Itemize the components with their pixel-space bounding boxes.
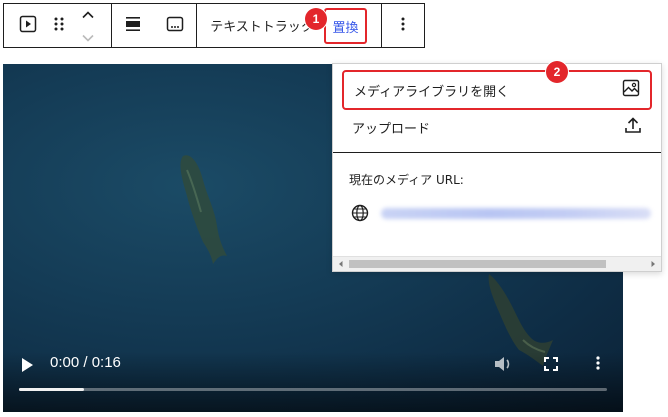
open-media-library-item[interactable]: メディアライブラリを開く [342,70,652,110]
caption-icon [166,15,184,37]
fullscreen-icon[interactable] [544,356,558,375]
upload-label: アップロード [352,121,431,137]
replace-button[interactable]: 置換 [324,8,367,44]
video-block-icon [19,15,37,37]
video-progress-bar[interactable] [19,388,607,391]
divider [333,152,661,153]
align-button[interactable] [112,4,154,47]
open-media-library-label: メディアライブラリを開く [354,84,510,100]
drag-handle-icon [53,16,65,36]
globe-icon [351,204,369,226]
block-tools-group [4,4,112,47]
alignment-group [112,4,197,47]
chevron-up-icon[interactable] [81,4,95,23]
current-media-url-link[interactable] [381,208,651,219]
step-badge-2: 2 [546,61,568,83]
align-wide-icon [124,15,142,37]
chevron-down-icon[interactable] [81,28,95,47]
scroll-right-arrow-icon[interactable] [648,259,658,269]
track-replace-group: テキストトラック 置換 [197,4,382,47]
more-vertical-icon[interactable] [595,355,601,375]
horizontal-scrollbar[interactable] [333,256,661,271]
image-icon [622,79,640,101]
block-toolbar: テキストトラック 置換 [3,3,425,48]
upload-icon [624,116,642,138]
video-time: 0:00 / 0:16 [50,354,121,371]
more-vertical-icon [400,16,406,36]
move-buttons [72,4,104,47]
play-icon[interactable] [20,357,34,377]
scroll-left-arrow-icon[interactable] [336,259,346,269]
video-block-button[interactable] [10,4,46,47]
caption-button[interactable] [154,4,196,47]
drag-handle[interactable] [46,4,72,47]
options-group [382,4,424,47]
current-media-url-label: 現在のメディア URL: [349,173,464,187]
step-badge-1: 1 [305,8,327,30]
whale-image [180,155,227,264]
upload-item[interactable]: アップロード [342,107,652,147]
options-button[interactable] [382,4,424,47]
video-progress-fill [19,388,84,391]
replace-dropdown: メディアライブラリを開く アップロード 現在のメディア URL: [332,63,662,272]
scrollbar-thumb[interactable] [349,260,606,268]
text-track-button[interactable]: テキストトラック [197,4,316,47]
volume-icon[interactable] [493,355,513,377]
